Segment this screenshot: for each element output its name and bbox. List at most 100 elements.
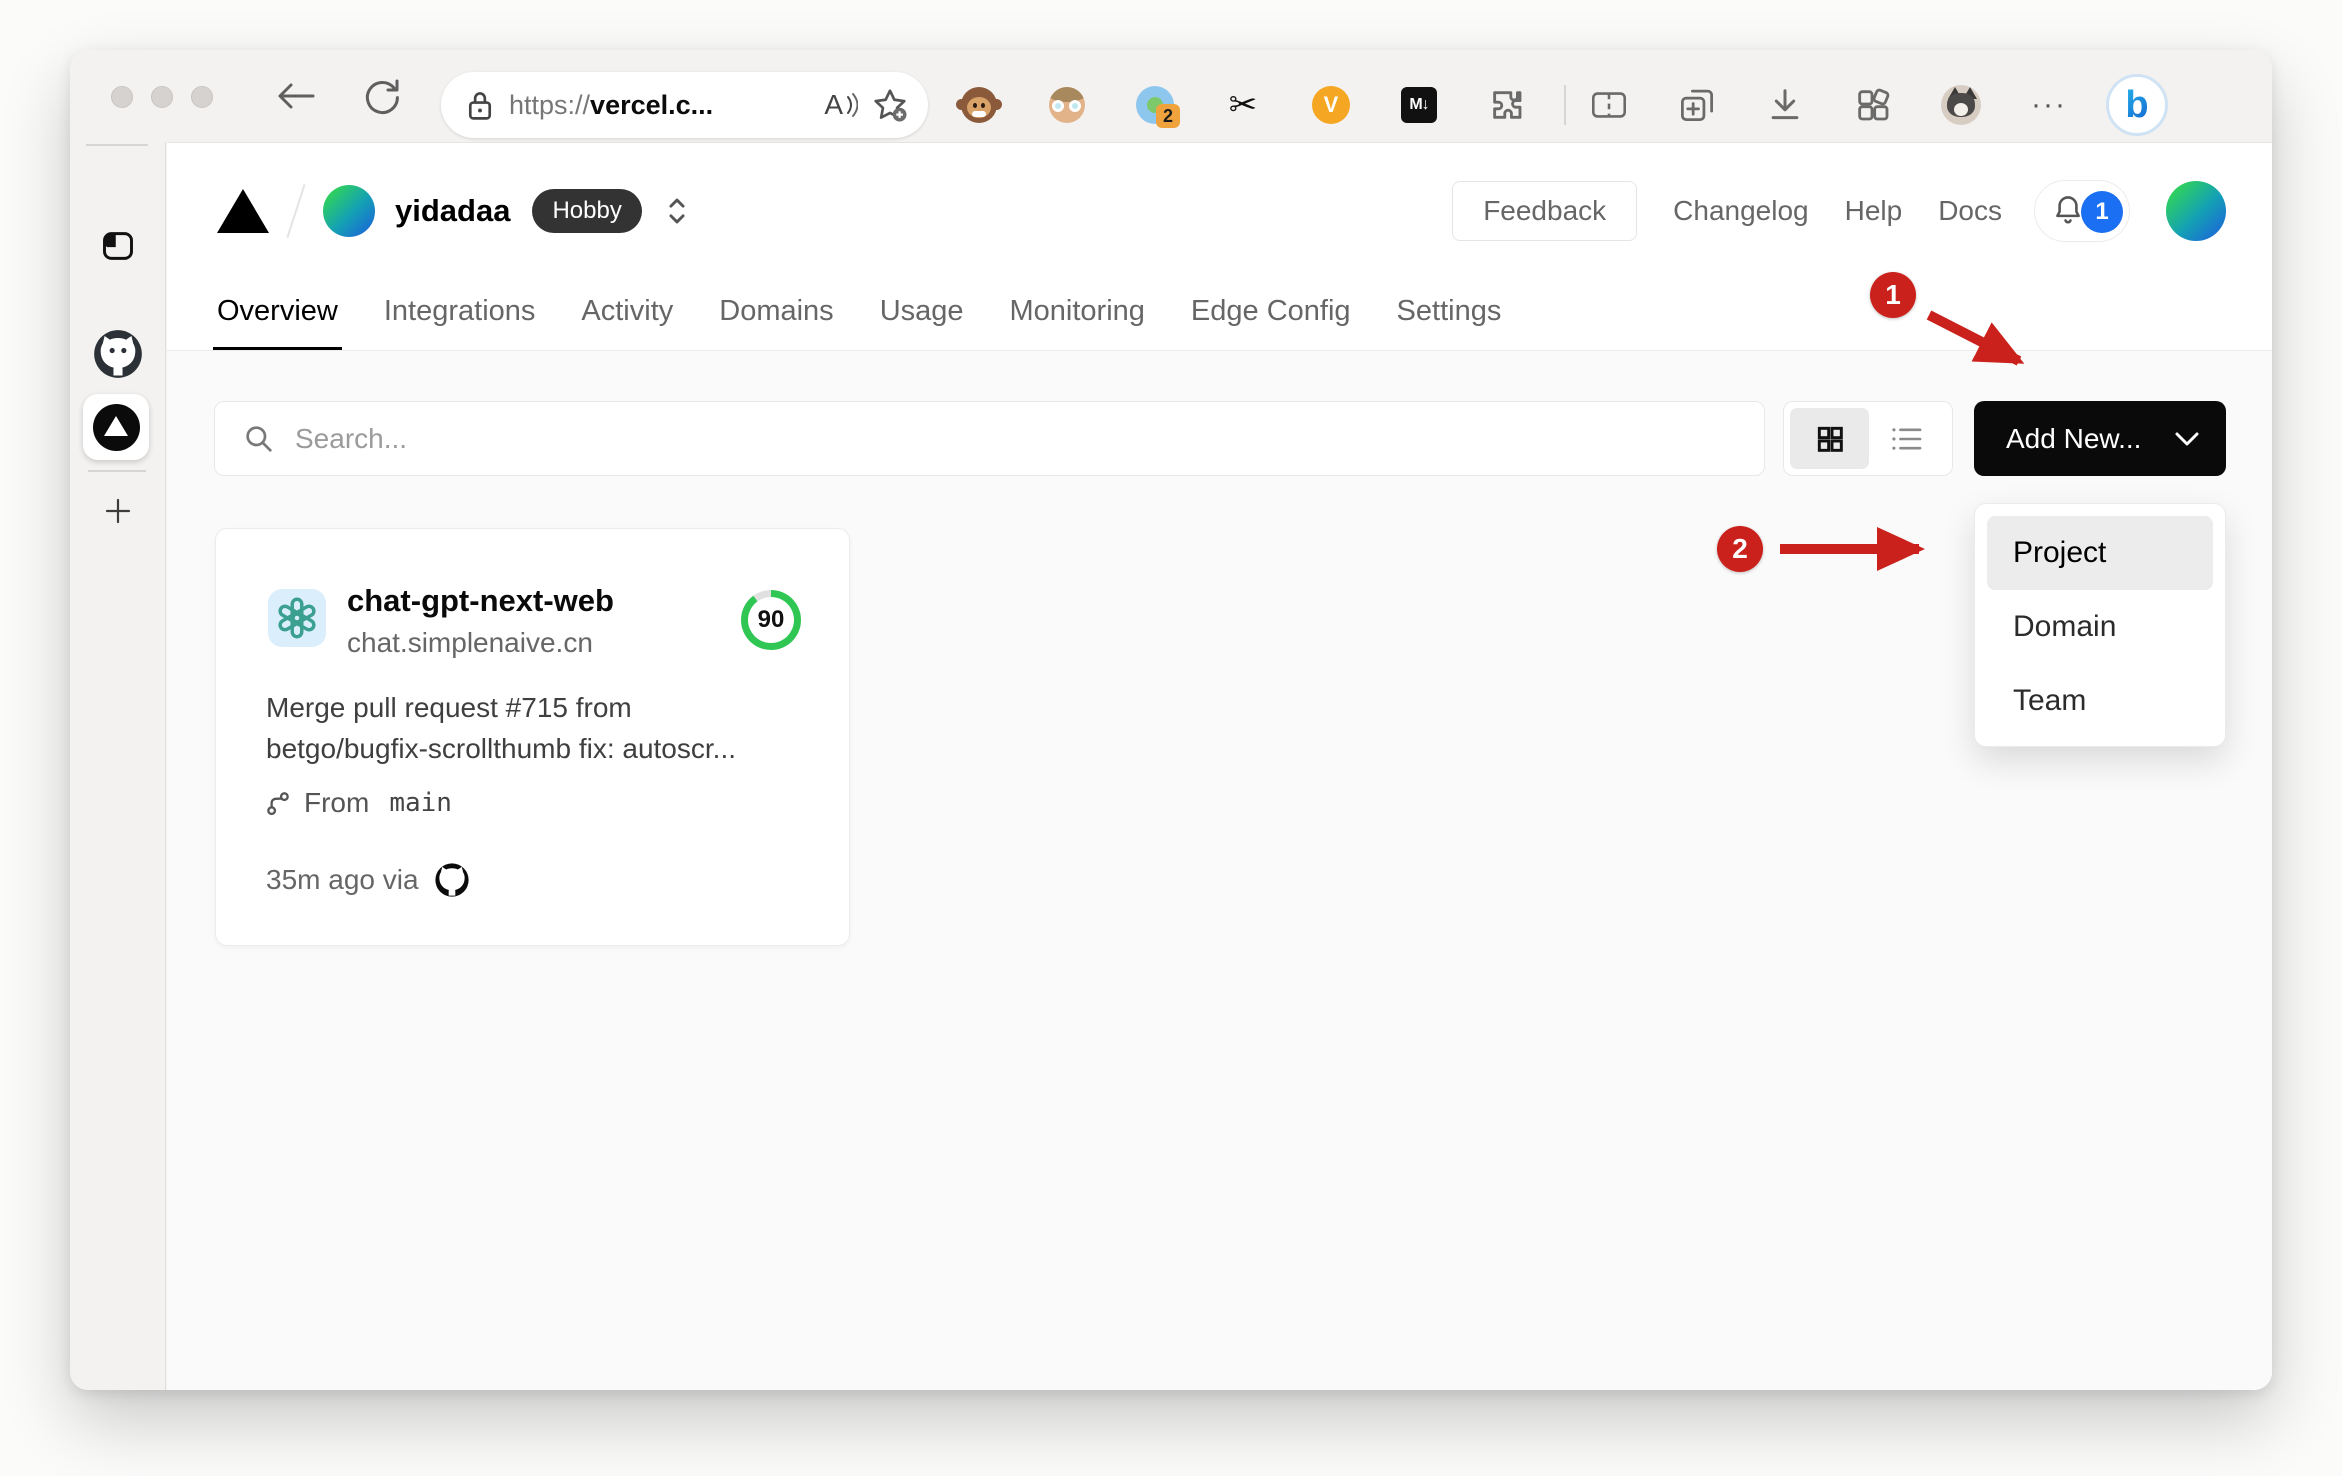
grid-view-button[interactable] (1790, 408, 1869, 469)
profile-button[interactable] (1930, 72, 1992, 138)
downloads-button[interactable] (1754, 72, 1816, 138)
team-avatar[interactable] (323, 185, 375, 237)
user-avatar[interactable] (2166, 181, 2226, 241)
analytics-score-ring[interactable]: 90 (741, 590, 801, 650)
window-zoom-button[interactable] (191, 86, 213, 108)
team-switcher-button[interactable] (664, 194, 690, 228)
sidebar-panel-button[interactable] (70, 228, 166, 264)
edge-sidebar (70, 142, 166, 1390)
bing-icon: b (2106, 74, 2168, 136)
project-domain[interactable]: chat.simplenaive.cn (347, 627, 593, 659)
apps-grid-icon (1858, 88, 1890, 121)
vercel-logo[interactable] (217, 189, 269, 233)
collections-button[interactable] (1666, 72, 1728, 138)
address-bar[interactable]: https://vercel.c... A (441, 72, 928, 138)
project-search[interactable] (214, 401, 1765, 476)
split-screen-button[interactable] (1578, 72, 1640, 138)
bell-icon (2056, 196, 2080, 224)
person-glasses-icon (1049, 87, 1085, 123)
toolbar-divider (1564, 85, 1566, 125)
dropdown-item-project[interactable]: Project (1987, 516, 2213, 590)
sidebar-divider-active (88, 470, 146, 472)
docs-link[interactable]: Docs (1938, 195, 2002, 227)
markdown-extension-button[interactable]: M↓ (1388, 72, 1450, 138)
annotation-step-2: 2 (1717, 526, 1763, 572)
window-minimize-button[interactable] (151, 86, 173, 108)
project-name[interactable]: chat-gpt-next-web (347, 583, 614, 619)
notification-count-badge: 1 (2081, 191, 2123, 233)
scissors-icon: ✂ (1228, 86, 1258, 124)
add-new-button[interactable]: Add New... (1974, 401, 2226, 476)
avatar-extension-button[interactable] (1036, 72, 1098, 138)
breadcrumb-slash (286, 184, 306, 238)
v-extension-button[interactable]: V (1300, 72, 1362, 138)
openai-icon (278, 597, 316, 639)
browser-window: https://vercel.c... A 2 ✂ V M↓ ··· b yid… (70, 50, 2272, 1390)
translate-icon: 2 (1136, 86, 1180, 128)
panel-icon (103, 232, 133, 260)
read-aloud-button[interactable]: A (824, 89, 858, 121)
list-view-button[interactable] (1867, 408, 1946, 469)
web-clipper-extension-button[interactable]: ✂ (1212, 72, 1274, 138)
tab-monitoring[interactable]: Monitoring (1010, 271, 1145, 351)
collections-add-icon (1681, 89, 1713, 121)
tab-activity[interactable]: Activity (581, 271, 673, 351)
tab-settings[interactable]: Settings (1397, 271, 1502, 351)
git-branch-icon (267, 792, 289, 816)
team-name: yidadaa (395, 193, 511, 228)
refresh-icon (365, 79, 399, 114)
add-new-label: Add New... (2006, 422, 2142, 454)
apps-launcher-button[interactable] (1842, 72, 1904, 138)
tab-integrations[interactable]: Integrations (384, 271, 536, 351)
vercel-page: yidadaa Hobby Feedback Changelog Help Do… (167, 142, 2272, 1390)
tampermonkey-extension-button[interactable] (948, 72, 1010, 138)
read-aloud-icon: A (824, 89, 843, 120)
markdown-icon: M↓ (1401, 87, 1437, 123)
extensions-menu-button[interactable] (1476, 72, 1538, 138)
header-actions: Feedback Changelog Help Docs 1 (1452, 171, 2226, 251)
star-add-icon (874, 89, 907, 122)
favorites-add-button[interactable] (872, 87, 908, 123)
view-toggle (1783, 401, 1953, 476)
changelog-link[interactable]: Changelog (1673, 195, 1808, 227)
back-button[interactable] (273, 80, 317, 112)
split-screen-icon (1592, 92, 1626, 118)
feedback-button[interactable]: Feedback (1452, 181, 1638, 241)
help-link[interactable]: Help (1845, 195, 1903, 227)
bing-chat-button[interactable]: b (2106, 72, 2168, 138)
grid-view-icon (1817, 426, 1843, 452)
notifications-button[interactable]: 1 (2034, 180, 2130, 242)
browser-toolbar: https://vercel.c... A 2 ✂ V M↓ ··· b (70, 50, 2272, 142)
window-close-button[interactable] (111, 86, 133, 108)
project-favicon (268, 589, 326, 647)
sidebar-github-button[interactable] (70, 328, 166, 380)
project-card[interactable]: chat-gpt-next-web chat.simplenaive.cn 90… (215, 528, 850, 946)
commit-line-2: betgo/bugfix-scrollthumb fix: autoscr... (266, 733, 736, 764)
tab-usage[interactable]: Usage (880, 271, 964, 351)
deploy-meta: 35m ago via (266, 861, 471, 899)
v-icon: V (1312, 86, 1350, 124)
github-icon (94, 330, 142, 378)
plus-icon (105, 498, 131, 524)
vercel-icon (92, 403, 140, 451)
more-menu-button[interactable]: ··· (2018, 72, 2080, 138)
sidebar-vercel-button-active[interactable] (83, 394, 149, 460)
tab-domains[interactable]: Domains (719, 271, 833, 351)
github-icon (434, 863, 469, 897)
tab-edge-config[interactable]: Edge Config (1191, 271, 1351, 351)
search-input[interactable] (295, 422, 1764, 455)
sidebar-divider-top (86, 144, 148, 146)
url-scheme: https:// (509, 89, 591, 120)
sidebar-add-button[interactable] (70, 494, 166, 528)
latest-commit-message: Merge pull request #715 from betgo/bugfi… (266, 687, 826, 769)
tab-overview[interactable]: Overview (213, 271, 342, 351)
dropdown-item-team[interactable]: Team (1987, 664, 2213, 738)
dropdown-item-domain[interactable]: Domain (1987, 590, 2213, 664)
ellipsis-icon: ··· (2031, 88, 2067, 121)
monkey-icon (956, 87, 997, 123)
cat-avatar (1941, 85, 1981, 125)
translate-extension-button[interactable]: 2 (1124, 72, 1186, 138)
analytics-score-value: 90 (748, 597, 794, 643)
refresh-button[interactable] (363, 78, 401, 116)
add-new-dropdown: Project Domain Team (1974, 503, 2226, 747)
